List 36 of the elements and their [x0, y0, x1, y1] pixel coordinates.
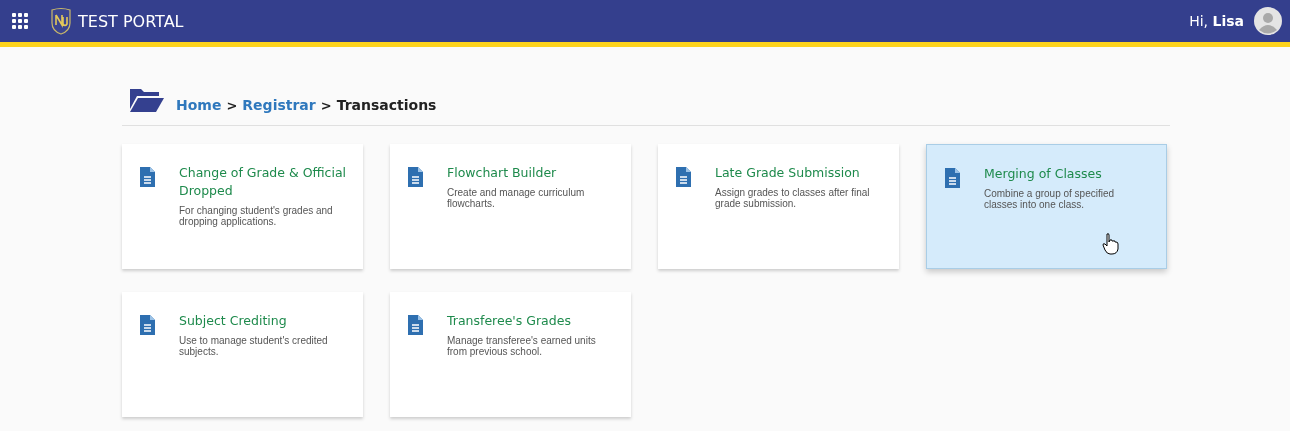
- apps-grid-icon[interactable]: [12, 13, 28, 29]
- user-greeting: Hi, Lisa: [1189, 13, 1244, 29]
- transaction-card[interactable]: Transferee's Grades Manage transferee's earned units from previous school.: [390, 292, 631, 417]
- card-title: Subject Crediting: [179, 312, 288, 330]
- card-description: Manage transferee's earned units from previous school.: [447, 335, 597, 357]
- transaction-card[interactable]: Merging of Classes Combine a group of specified classes into one class.: [926, 144, 1167, 269]
- breadcrumb-link[interactable]: Home: [176, 97, 222, 113]
- card-title: Late Grade Submission: [715, 164, 861, 182]
- transaction-card[interactable]: Subject Crediting Use to manage student's credited subjects.: [122, 292, 363, 417]
- card-description: Assign grades to classes after final grade submission.: [715, 187, 871, 209]
- document-icon: [945, 168, 960, 188]
- transaction-card[interactable]: Flowchart Builder Create and manage curriculum flowcharts.: [390, 144, 631, 269]
- shield-logo-icon: [50, 7, 72, 35]
- breadcrumb-current: Transactions: [336, 97, 437, 113]
- document-icon: [140, 315, 155, 335]
- card-title: Transferee's Grades: [447, 312, 572, 330]
- card-title: Merging of Classes: [984, 165, 1103, 183]
- breadcrumb-separator: >: [320, 98, 332, 113]
- card-description: Use to manage student's credited subjects.: [179, 335, 329, 357]
- card-title: Change of Grade & Official Dropped: [179, 164, 347, 200]
- avatar-icon[interactable]: [1254, 7, 1282, 35]
- breadcrumb-link[interactable]: Registrar: [242, 97, 316, 113]
- card-description: Create and manage curriculum flowcharts.: [447, 187, 586, 209]
- portal-title: TEST PORTAL: [78, 11, 184, 31]
- document-icon: [676, 167, 691, 187]
- breadcrumb-separator: >: [226, 98, 238, 113]
- transaction-card[interactable]: Change of Grade & Official Dropped For changing student's grades and dropping applications.: [122, 144, 363, 269]
- document-icon: [408, 315, 423, 335]
- card-description: Combine a group of specified classes into one class.: [984, 188, 1116, 210]
- document-icon: [408, 167, 423, 187]
- card-description: For changing student's grades and dropping applications.: [179, 205, 334, 227]
- document-icon: [140, 167, 155, 187]
- card-title: Flowchart Builder: [447, 164, 558, 182]
- hand-cursor-icon: [1102, 233, 1120, 255]
- folder-icon: [129, 87, 165, 113]
- transaction-card[interactable]: Late Grade Submission Assign grades to classes after final grade submission.: [658, 144, 899, 269]
